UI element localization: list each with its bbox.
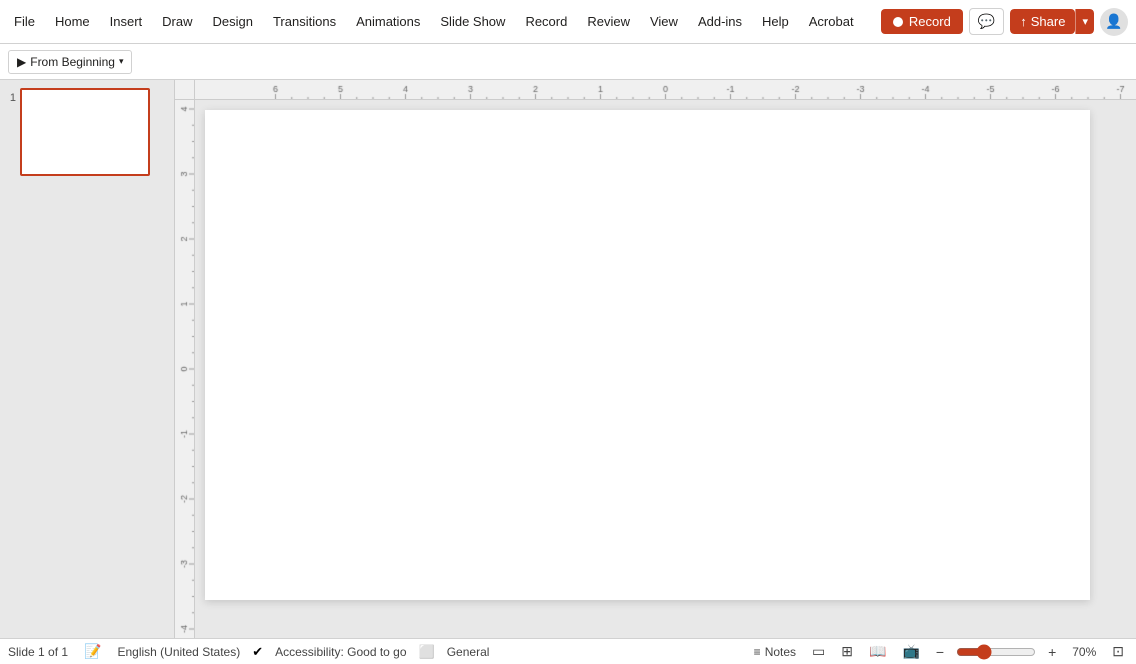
ruler-vertical [175,100,195,638]
notes-icon: ≡ [754,645,761,659]
menu-home[interactable]: Home [45,10,100,33]
normal-view-button[interactable]: ▭ [808,641,829,662]
menu-insert[interactable]: Insert [100,10,153,33]
chevron-down-icon: ▾ [119,56,124,67]
ruler-h-canvas [195,80,1136,100]
slides-panel: 1 [0,80,175,638]
design-ideas-label: General [447,645,490,659]
slide-item: 1 [4,88,170,176]
menu-animations[interactable]: Animations [346,10,430,33]
notes-button[interactable]: ≡ Notes [750,645,800,659]
menu-draw[interactable]: Draw [152,10,202,33]
from-beginning-label: From Beginning [30,55,115,69]
menu-review[interactable]: Review [577,10,640,33]
language-label: English (United States) [117,645,240,659]
ruler-v-container [175,100,1136,638]
zoom-out-button[interactable]: − [932,642,948,662]
zoom-percentage: 70% [1068,645,1100,659]
presenter-view-button[interactable]: 📺 [898,641,923,662]
share-button-label: Share [1031,14,1066,29]
menu-view[interactable]: View [640,10,688,33]
ruler-v-canvas [175,100,195,638]
user-avatar[interactable]: 👤 [1100,8,1128,36]
zoom-slider[interactable] [956,644,1036,660]
spelling-check-button[interactable]: 📝 [80,641,105,662]
share-icon: ↑ [1020,14,1027,29]
status-bar: Slide 1 of 1 📝 English (United States) ✔… [0,638,1136,664]
slide-thumbnail[interactable] [20,88,150,176]
menu-bar: File Home Insert Draw Design Transitions… [0,0,1136,44]
status-left: Slide 1 of 1 📝 English (United States) ✔… [8,641,489,662]
zoom-in-button[interactable]: + [1044,642,1060,662]
from-beginning-button[interactable]: ▶ From Beginning ▾ [8,50,132,74]
notes-label: Notes [765,645,796,659]
comments-button[interactable]: 💬 [969,8,1004,35]
canvas-area [175,80,1136,638]
user-avatar-icon: 👤 [1105,13,1122,30]
record-button[interactable]: Record [881,9,963,34]
main-area: 1 [0,80,1136,638]
menu-acrobat[interactable]: Acrobat [799,10,864,33]
play-icon: ▶ [17,55,26,69]
menu-record[interactable]: Record [515,10,577,33]
menu-slideshow[interactable]: Slide Show [430,10,515,33]
record-dot-icon [893,17,903,27]
slide-canvas[interactable] [205,110,1090,600]
menu-items: File Home Insert Draw Design Transitions… [4,10,881,33]
menu-transitions[interactable]: Transitions [263,10,346,33]
fit-to-window-button[interactable]: ⊡ [1108,641,1128,662]
share-group: ↑ Share ▾ [1010,9,1094,34]
slide-sorter-button[interactable]: ⊞ [837,641,857,662]
accessibility-label: Accessibility: Good to go [275,645,406,659]
comments-icon: 💬 [978,13,995,29]
menu-help[interactable]: Help [752,10,799,33]
menu-file[interactable]: File [4,10,45,33]
record-button-label: Record [909,14,951,29]
slide-count: Slide 1 of 1 [8,645,68,659]
slide-number: 1 [4,88,16,104]
toolbar: ▶ From Beginning ▾ [0,44,1136,80]
reading-view-button[interactable]: 📖 [865,641,890,662]
status-right: ≡ Notes ▭ ⊞ 📖 📺 − + 70% ⊡ [750,641,1128,662]
menu-design[interactable]: Design [203,10,263,33]
share-button[interactable]: ↑ Share [1010,9,1075,34]
share-dropdown-button[interactable]: ▾ [1075,9,1094,34]
ruler-row [175,80,1136,100]
ruler-corner [175,80,195,100]
menu-addins[interactable]: Add-ins [688,10,752,33]
accessibility-icon: ✔ [252,644,263,660]
menu-right-actions: Record 💬 ↑ Share ▾ 👤 [881,8,1132,36]
slide-canvas-area[interactable] [195,100,1136,638]
design-ideas-icon: ⬜ [419,644,435,660]
ruler-horizontal [195,80,1136,100]
